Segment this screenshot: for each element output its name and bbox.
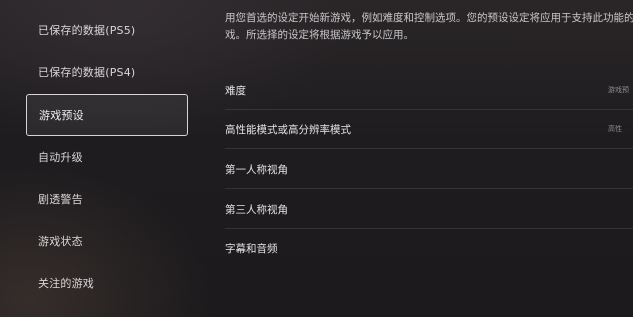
setting-label: 难度 — [225, 84, 246, 97]
setting-value: 高性 — [608, 125, 622, 133]
setting-row-difficulty[interactable]: 难度 游戏预 — [225, 71, 633, 110]
setting-label: 字幕和音频 — [225, 243, 278, 255]
sidebar-item-label: 已保存的数据(PS5) — [38, 24, 136, 37]
setting-row-subtitles-audio[interactable]: 字幕和音频 — [225, 229, 633, 268]
sidebar-item-label: 已保存的数据(PS4) — [38, 66, 136, 79]
sidebar-item-label: 自动升级 — [38, 151, 83, 164]
setting-value: 游戏预 — [608, 86, 629, 94]
sidebar-item-label: 游戏预设 — [39, 109, 84, 122]
sidebar-item-label: 关注的游戏 — [38, 277, 94, 290]
setting-row-first-person-view[interactable]: 第一人称视角 — [225, 150, 633, 189]
sidebar-item-label: 剧透警告 — [38, 193, 83, 206]
setting-row-third-person-view[interactable]: 第三人称视角 — [225, 190, 633, 229]
description-line: 戏。所选择的设定将根据游戏予以应用。 — [225, 29, 414, 41]
sidebar-item-followed-games[interactable]: 关注的游戏 — [26, 262, 188, 304]
sidebar-item-auto-update[interactable]: 自动升级 — [26, 136, 188, 178]
sidebar-item-saved-data-ps4[interactable]: 已保存的数据(PS4) — [26, 51, 188, 93]
sidebar-item-saved-data-ps5[interactable]: 已保存的数据(PS5) — [26, 9, 188, 51]
settings-sidebar: 已保存的数据(PS5) 已保存的数据(PS4) 游戏预设 自动升级 剧透警告 游… — [0, 0, 200, 317]
setting-label: 高性能模式或高分辨率模式 — [225, 123, 351, 136]
game-presets-screen: 已保存的数据(PS5) 已保存的数据(PS4) 游戏预设 自动升级 剧透警告 游… — [0, 0, 633, 317]
description-line: 用您首选的设定开始新游戏，例如难度和控制选项。您的预设设定将应用于支持此功能的 — [225, 12, 633, 24]
sidebar-item-label: 游戏状态 — [38, 235, 83, 248]
setting-label: 第一人称视角 — [225, 163, 288, 176]
page-description: 用您首选的设定开始新游戏，例如难度和控制选项。您的预设设定将应用于支持此功能的 … — [225, 10, 633, 44]
sidebar-item-spoiler-warnings[interactable]: 剧透警告 — [26, 178, 188, 220]
sidebar-item-game-presets[interactable]: 游戏预设 — [26, 94, 188, 136]
main-content: 用您首选的设定开始新游戏，例如难度和控制选项。您的预设设定将应用于支持此功能的 … — [200, 0, 633, 317]
setting-label: 第三人称视角 — [225, 203, 288, 216]
setting-row-performance-resolution[interactable]: 高性能模式或高分辨率模式 高性 — [225, 110, 633, 149]
sidebar-item-game-status[interactable]: 游戏状态 — [26, 220, 188, 262]
